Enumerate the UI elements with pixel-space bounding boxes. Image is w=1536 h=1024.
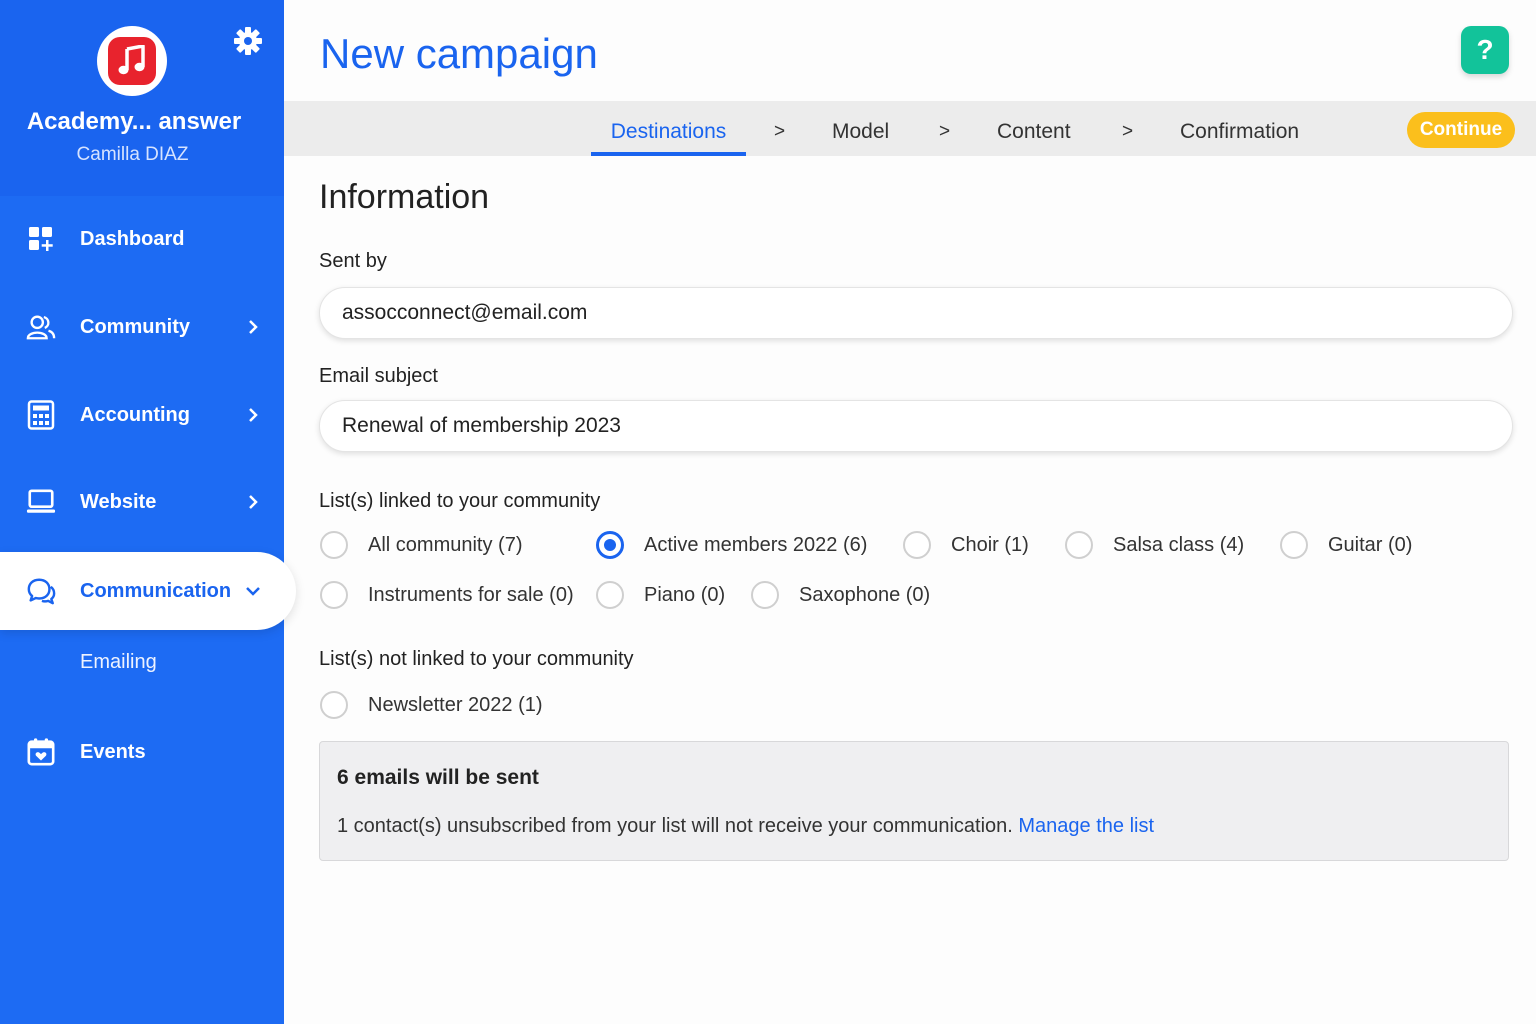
sidebar-item-label: Dashboard	[80, 227, 185, 250]
tab-destinations[interactable]: Destinations	[591, 101, 746, 156]
radio-label: Saxophone (0)	[799, 583, 931, 606]
linked-lists-label: List(s) linked to your community	[319, 490, 601, 512]
sidebar-item-website[interactable]: Website	[0, 470, 284, 534]
radio-circle[interactable]	[320, 691, 348, 719]
radio-circle-checked[interactable]	[596, 531, 624, 559]
radio-label: Piano (0)	[644, 583, 726, 606]
radio-piano[interactable]: Piano (0)	[596, 581, 725, 609]
chevron-right-icon	[244, 493, 262, 511]
sidebar-item-events[interactable]: Events	[0, 720, 284, 784]
dashboard-icon	[26, 224, 56, 254]
gear-icon[interactable]	[233, 26, 263, 56]
continue-button[interactable]: Continue	[1407, 112, 1515, 148]
radio-circle[interactable]	[596, 581, 624, 609]
sidebar-subitem-emailing[interactable]: Emailing	[80, 651, 157, 674]
radio-saxophone[interactable]: Saxophone (0)	[751, 581, 930, 609]
sidebar-item-label: Community	[80, 315, 190, 338]
radio-label: All community (7)	[368, 533, 523, 556]
radio-label: Active members 2022 (6)	[644, 533, 868, 556]
summary-title: 6 emails will be sent	[337, 766, 539, 789]
community-icon	[26, 312, 56, 342]
radio-circle[interactable]	[751, 581, 779, 609]
sidebar-header: Academy... answer Camilla DIAZ	[0, 0, 284, 196]
sidebar-item-label: Communication	[80, 579, 232, 602]
sidebar-item-label: Website	[80, 490, 157, 513]
radio-all-community[interactable]: All community (7)	[320, 531, 522, 559]
radio-choir[interactable]: Choir (1)	[903, 531, 1029, 559]
tab-model[interactable]: Model	[832, 101, 889, 156]
email-subject-input[interactable]	[319, 400, 1513, 452]
sidebar-item-community[interactable]: Community	[0, 295, 284, 359]
question-mark-icon: ?	[1476, 34, 1494, 65]
unlinked-lists-label: List(s) not linked to your community	[319, 648, 634, 670]
sent-by-label: Sent by	[319, 250, 387, 272]
org-logo[interactable]	[97, 26, 167, 96]
sidebar-item-dashboard[interactable]: Dashboard	[0, 207, 284, 271]
radio-label: Newsletter 2022 (1)	[368, 693, 543, 716]
step-separator: >	[1122, 121, 1134, 142]
help-button[interactable]: ?	[1461, 26, 1509, 74]
sent-by-input[interactable]	[319, 287, 1513, 339]
radio-label: Instruments for sale (0)	[368, 583, 574, 606]
chevron-down-icon	[244, 582, 262, 600]
radio-circle[interactable]	[320, 531, 348, 559]
chevron-right-icon	[244, 318, 262, 336]
music-note-icon	[108, 37, 156, 85]
sidebar-item-communication[interactable]: Communication	[0, 552, 296, 630]
tab-content[interactable]: Content	[997, 101, 1071, 156]
section-title: Information	[319, 178, 490, 216]
org-name: Academy... answer	[26, 108, 242, 135]
radio-active-members-2022[interactable]: Active members 2022 (6)	[596, 531, 867, 559]
sidebar-item-label: Events	[80, 740, 146, 763]
page-title: New campaign	[320, 30, 598, 77]
radio-guitar[interactable]: Guitar (0)	[1280, 531, 1412, 559]
radio-circle[interactable]	[320, 581, 348, 609]
summary-text: 1 contact(s) unsubscribed from your list…	[337, 815, 1154, 838]
radio-label: Salsa class (4)	[1113, 533, 1245, 556]
email-subject-label: Email subject	[319, 365, 438, 387]
radio-circle[interactable]	[1065, 531, 1093, 559]
radio-newsletter-2022[interactable]: Newsletter 2022 (1)	[320, 691, 543, 719]
user-name: Camilla DIAZ	[76, 144, 189, 165]
calculator-icon	[26, 400, 56, 430]
radio-salsa-class[interactable]: Salsa class (4)	[1065, 531, 1244, 559]
chat-bubbles-icon	[26, 576, 56, 606]
step-separator: >	[939, 121, 951, 142]
sidebar-item-label: Accounting	[80, 403, 190, 426]
sidebar: Academy... answer Camilla DIAZ Dashboard…	[0, 0, 296, 1024]
unsubscribed-note: 1 contact(s) unsubscribed from your list…	[337, 815, 1013, 837]
manage-list-link[interactable]: Manage the list	[1018, 815, 1154, 837]
step-bar: Destinations > Model > Content > Confirm…	[284, 101, 1536, 156]
monitor-icon	[26, 487, 56, 517]
summary-box: 6 emails will be sent 1 contact(s) unsub…	[319, 741, 1509, 861]
chevron-right-icon	[244, 406, 262, 424]
radio-label: Choir (1)	[951, 533, 1029, 556]
tab-confirmation[interactable]: Confirmation	[1180, 101, 1299, 156]
radio-label: Guitar (0)	[1328, 533, 1413, 556]
radio-circle[interactable]	[1280, 531, 1308, 559]
radio-circle[interactable]	[903, 531, 931, 559]
sidebar-item-accounting[interactable]: Accounting	[0, 383, 284, 447]
calendar-icon	[26, 737, 56, 767]
step-separator: >	[774, 121, 786, 142]
radio-instruments-for-sale[interactable]: Instruments for sale (0)	[320, 581, 574, 609]
